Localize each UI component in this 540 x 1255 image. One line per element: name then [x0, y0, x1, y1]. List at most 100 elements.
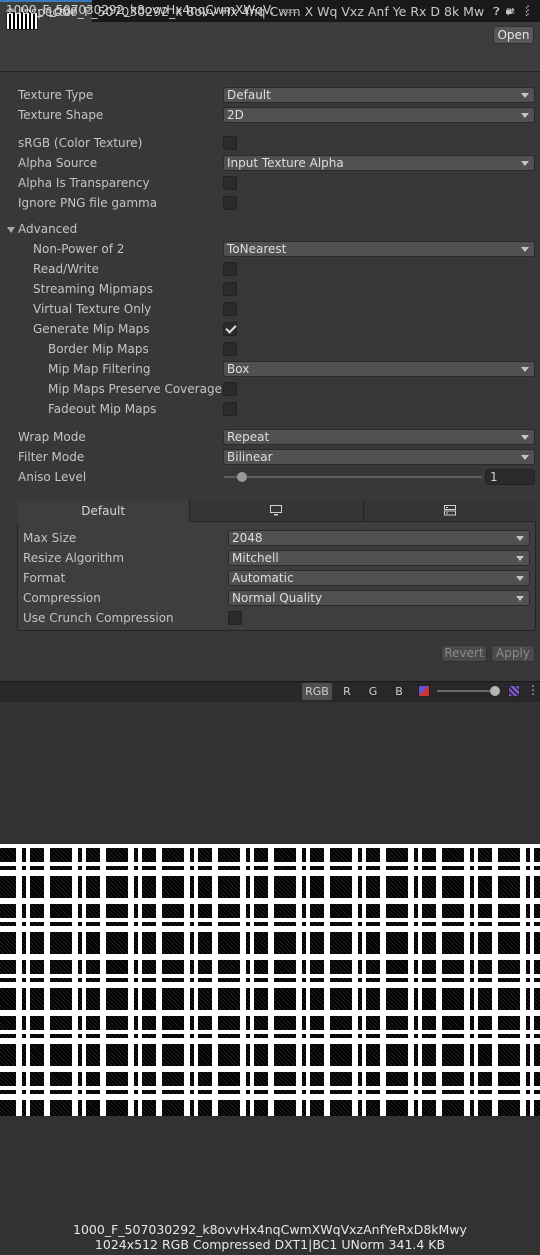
- virtual-texture-only-checkbox[interactable]: [223, 302, 237, 316]
- revert-button[interactable]: Revert: [441, 645, 487, 662]
- format-dropdown[interactable]: Automatic: [228, 570, 530, 586]
- preview-title: 1000_F_507030292_k8ovvHx4nqCwmXWqV:: [6, 3, 275, 17]
- mip-checker-icon[interactable]: [508, 685, 520, 697]
- virtual-texture-only-label: Virtual Texture Only: [33, 302, 152, 316]
- chevron-down-icon: [516, 596, 524, 601]
- generate-mip-maps-label: Generate Mip Maps: [33, 322, 150, 336]
- use-crunch-label: Use Crunch Compression: [23, 611, 174, 625]
- open-button[interactable]: Open: [493, 26, 534, 44]
- aniso-level-field[interactable]: 1: [485, 469, 535, 485]
- help-icon[interactable]: ❓︎: [493, 5, 500, 19]
- filter-mode-label: Filter Mode: [18, 450, 85, 464]
- chevron-down-icon: [521, 455, 529, 460]
- use-crunch-checkbox[interactable]: [228, 611, 242, 625]
- format-value: Automatic: [232, 571, 294, 585]
- srgb-checkbox[interactable]: [223, 136, 237, 150]
- alpha-is-transparency-label: Alpha Is Transparency: [18, 176, 150, 190]
- asset-header: [0, 22, 540, 72]
- foldout-arrow-icon[interactable]: [7, 227, 15, 233]
- platform-tabs: Default: [17, 500, 536, 522]
- texture-shape-value: 2D: [227, 108, 244, 122]
- channel-rgb-button[interactable]: RGB: [302, 683, 332, 700]
- alpha-channel-icon[interactable]: [418, 685, 430, 697]
- alpha-source-label: Alpha Source: [18, 156, 98, 170]
- srgb-label: sRGB (Color Texture): [18, 136, 143, 150]
- streaming-mipmaps-checkbox[interactable]: [223, 282, 237, 296]
- generate-mip-maps-checkbox[interactable]: [223, 322, 237, 336]
- preview-texture-info: 1024x512 RGB Compressed DXT1|BC1 UNorm 3…: [94, 1237, 446, 1252]
- mip-map-filtering-value: Box: [227, 362, 250, 376]
- non-power-of-2-value: ToNearest: [227, 242, 287, 256]
- aniso-level-slider-handle[interactable]: [237, 472, 247, 482]
- ignore-png-gamma-label: Ignore PNG file gamma: [18, 196, 158, 210]
- preview-asset-name: 1000_F_507030292_k8ovvHx4nqCwmXWqVxzAnfY…: [73, 1222, 467, 1237]
- tab-default-label: Default: [81, 504, 126, 518]
- aniso-level-label: Aniso Level: [18, 470, 87, 484]
- drag-handle-icon[interactable]: [281, 9, 297, 13]
- texture-type-dropdown[interactable]: Default: [223, 87, 535, 103]
- border-mip-maps-label: Border Mip Maps: [48, 342, 149, 356]
- aniso-level-slider-track[interactable]: [224, 476, 482, 478]
- format-label: Format: [23, 571, 66, 585]
- max-size-value: 2048: [232, 531, 263, 545]
- resize-algorithm-value: Mitchell: [232, 551, 279, 565]
- texture-preview-image: [0, 844, 540, 1116]
- chevron-down-icon: [516, 556, 524, 561]
- resize-algorithm-dropdown[interactable]: Mitchell: [228, 550, 530, 566]
- read-write-label: Read/Write: [33, 262, 99, 276]
- compression-label: Compression: [23, 591, 101, 605]
- chevron-down-icon: [516, 536, 524, 541]
- streaming-mipmaps-label: Streaming Mipmaps: [33, 282, 154, 296]
- preview-menu-icon[interactable]: ⋮: [527, 683, 539, 697]
- mip-map-filtering-label: Mip Map Filtering: [48, 362, 151, 376]
- tab-server-platform[interactable]: [363, 500, 536, 522]
- chevron-down-icon: [516, 576, 524, 581]
- border-mip-maps-checkbox[interactable]: [223, 342, 237, 356]
- channel-r-button[interactable]: R: [338, 683, 356, 700]
- filter-mode-value: Bilinear: [227, 450, 273, 464]
- texture-shape-label: Texture Shape: [18, 108, 104, 122]
- max-size-label: Max Size: [23, 531, 77, 545]
- preset-icon[interactable]: ⇄: [506, 5, 515, 19]
- non-power-of-2-dropdown[interactable]: ToNearest: [223, 241, 535, 257]
- alpha-is-transparency-checkbox[interactable]: [223, 176, 237, 190]
- max-size-dropdown[interactable]: 2048: [228, 530, 530, 546]
- chevron-down-icon: [521, 113, 529, 118]
- apply-button[interactable]: Apply: [491, 645, 535, 662]
- channel-g-button[interactable]: G: [364, 683, 382, 700]
- compression-value: Normal Quality: [232, 591, 323, 605]
- fadeout-mip-maps-label: Fadeout Mip Maps: [48, 402, 157, 416]
- chevron-down-icon: [521, 435, 529, 440]
- wrap-mode-value: Repeat: [227, 430, 270, 444]
- server-icon: [443, 505, 456, 516]
- tab-default-platform[interactable]: Default: [17, 500, 191, 522]
- chevron-down-icon: [521, 161, 529, 166]
- tab-standalone-platform[interactable]: [190, 500, 364, 522]
- texture-shape-dropdown[interactable]: 2D: [223, 107, 535, 123]
- non-power-of-2-label: Non-Power of 2: [33, 242, 125, 256]
- channel-b-button[interactable]: B: [390, 683, 408, 700]
- mip-level-slider-handle[interactable]: [490, 686, 500, 696]
- alpha-source-dropdown[interactable]: Input Texture Alpha: [223, 155, 535, 171]
- mip-map-filtering-dropdown[interactable]: Box: [223, 361, 535, 377]
- advanced-foldout[interactable]: Advanced: [18, 222, 77, 236]
- mip-maps-preserve-coverage-checkbox[interactable]: [223, 382, 237, 396]
- wrap-mode-label: Wrap Mode: [18, 430, 86, 444]
- header-icons: ❓︎ ⇄ ⋮: [493, 5, 532, 19]
- monitor-icon: [270, 505, 283, 516]
- context-menu-icon[interactable]: ⋮: [521, 5, 532, 19]
- mip-level-slider-track[interactable]: [437, 690, 495, 692]
- chevron-down-icon: [521, 93, 529, 98]
- compression-dropdown[interactable]: Normal Quality: [228, 590, 530, 606]
- alpha-source-value: Input Texture Alpha: [227, 156, 344, 170]
- fadeout-mip-maps-checkbox[interactable]: [223, 402, 237, 416]
- texture-type-value: Default: [227, 88, 271, 102]
- resize-algorithm-label: Resize Algorithm: [23, 551, 125, 565]
- ignore-png-gamma-checkbox[interactable]: [223, 196, 237, 210]
- texture-type-label: Texture Type: [18, 88, 94, 102]
- mip-maps-preserve-coverage-label: Mip Maps Preserve Coverage: [48, 382, 222, 396]
- filter-mode-dropdown[interactable]: Bilinear: [223, 449, 535, 465]
- read-write-checkbox[interactable]: [223, 262, 237, 276]
- wrap-mode-dropdown[interactable]: Repeat: [223, 429, 535, 445]
- chevron-down-icon: [521, 247, 529, 252]
